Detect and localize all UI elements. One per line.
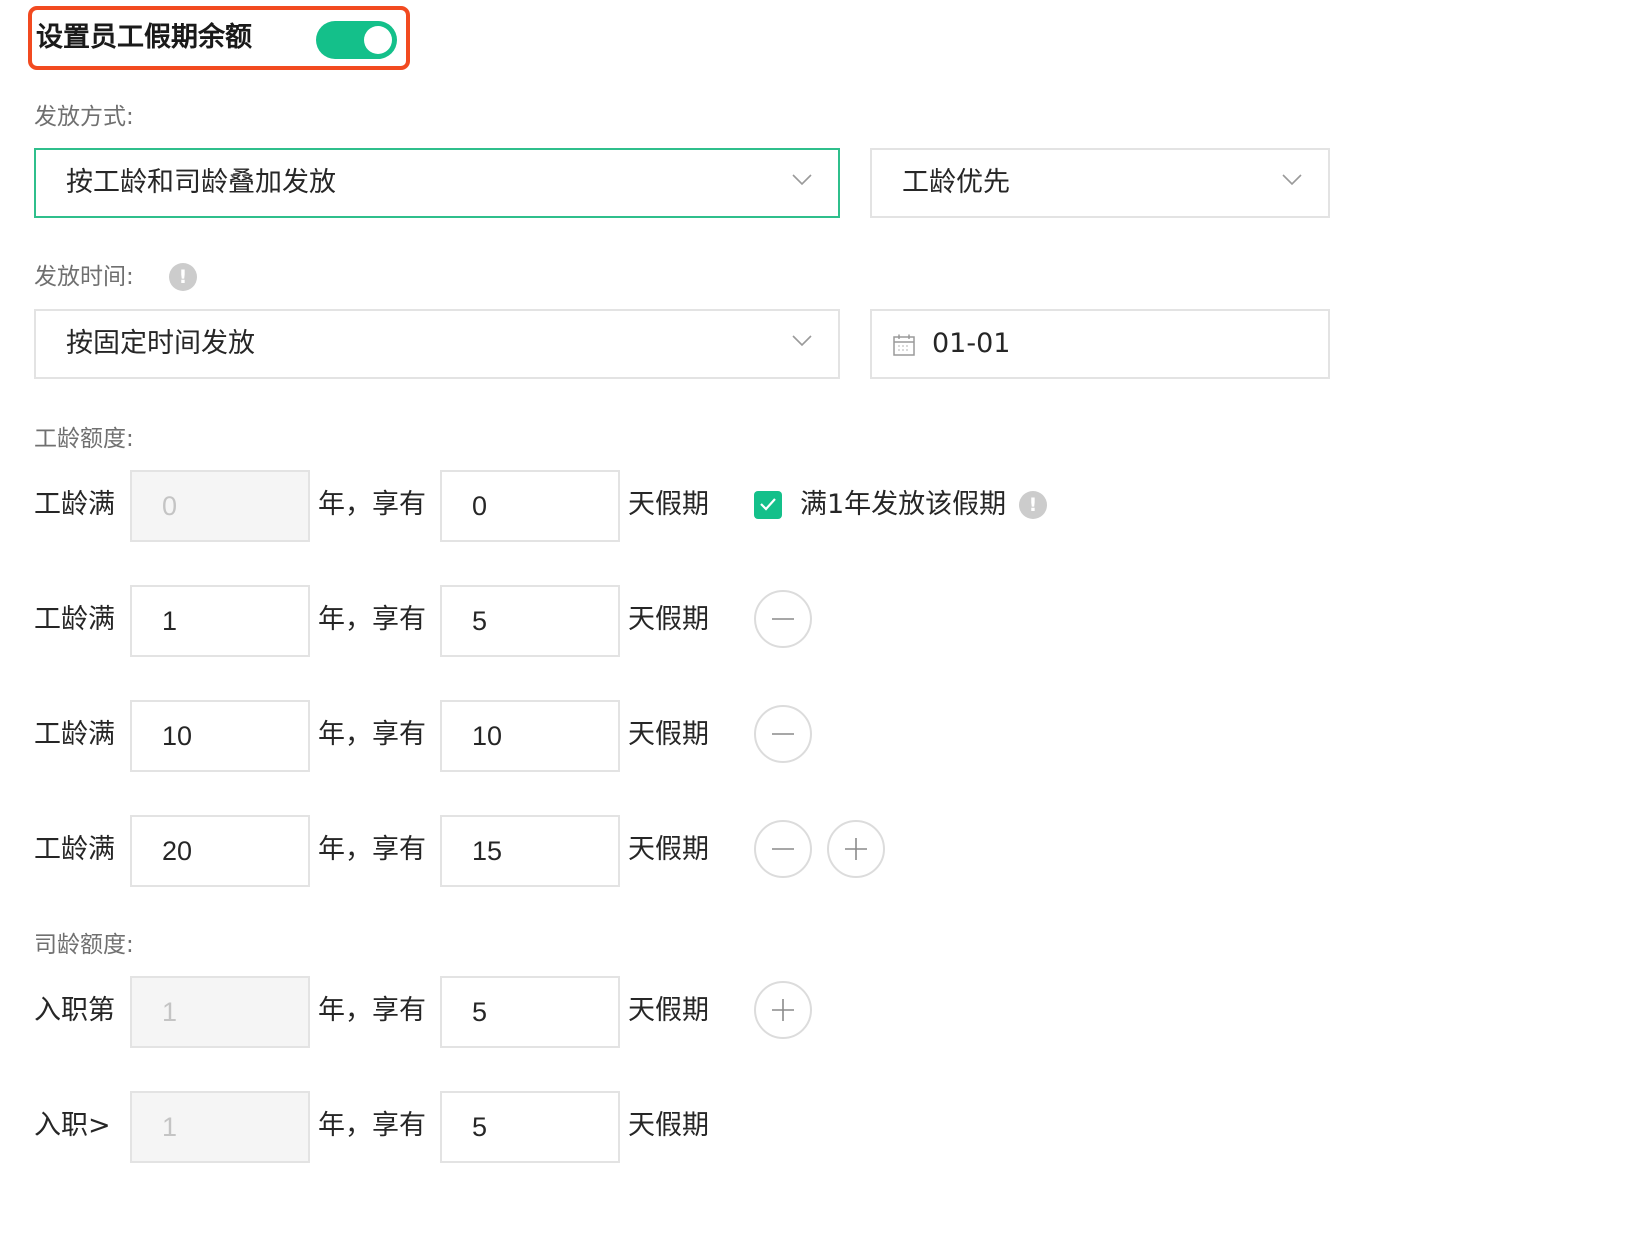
- row-unit-years: 年，享有: [318, 834, 426, 865]
- company-years-input: 1: [130, 1091, 310, 1163]
- row-unit-days: 天假期: [628, 604, 709, 635]
- work-years-input[interactable]: 20: [130, 815, 310, 887]
- remove-row-button[interactable]: [754, 820, 812, 878]
- row-unit-days: 天假期: [628, 489, 709, 520]
- company-days-input[interactable]: 5: [440, 1091, 620, 1163]
- one-year-checkbox[interactable]: [754, 491, 782, 519]
- work-days-input[interactable]: 5: [440, 585, 620, 657]
- work-years-input: 0: [130, 470, 310, 542]
- work-age-label: 工龄额度:: [34, 426, 134, 452]
- check-icon: [760, 498, 776, 511]
- row-prefix: 工龄满: [34, 604, 115, 635]
- work-days-input[interactable]: 15: [440, 815, 620, 887]
- priority-value: 工龄优先: [902, 167, 1010, 198]
- row-prefix: 工龄满: [34, 719, 115, 750]
- remove-row-button[interactable]: [754, 590, 812, 648]
- row-unit-years: 年，享有: [318, 1110, 426, 1141]
- chevron-down-icon: [792, 335, 812, 347]
- work-years-input[interactable]: 10: [130, 700, 310, 772]
- chevron-down-icon: [1282, 174, 1302, 186]
- company-years-input: 1: [130, 976, 310, 1048]
- row-unit-years: 年，享有: [318, 995, 426, 1026]
- calendar-icon: [893, 334, 915, 356]
- distribution-method-value: 按工龄和司龄叠加发放: [66, 167, 336, 198]
- row-unit-years: 年，享有: [318, 719, 426, 750]
- priority-select[interactable]: 工龄优先: [870, 148, 1330, 218]
- row-unit-days: 天假期: [628, 995, 709, 1026]
- distribution-label: 发放方式:: [34, 104, 134, 130]
- row-unit-days: 天假期: [628, 834, 709, 865]
- timing-method-value: 按固定时间发放: [66, 328, 255, 359]
- company-days-input[interactable]: 5: [440, 976, 620, 1048]
- minus-icon: [772, 848, 794, 850]
- row-prefix: 工龄满: [34, 489, 115, 520]
- balance-toggle[interactable]: [316, 21, 397, 59]
- add-row-button[interactable]: [827, 820, 885, 878]
- timing-method-select[interactable]: 按固定时间发放: [34, 309, 840, 379]
- timing-label: 发放时间:: [34, 264, 134, 290]
- minus-icon: [772, 733, 794, 735]
- distribution-method-select[interactable]: 按工龄和司龄叠加发放: [34, 148, 840, 218]
- help-icon[interactable]: !: [169, 263, 197, 291]
- row-prefix: 入职第: [34, 995, 115, 1026]
- minus-icon: [772, 618, 794, 620]
- date-value: 01-01: [932, 328, 1011, 359]
- page-title: 设置员工假期余额: [36, 22, 252, 53]
- plus-icon: [845, 838, 867, 860]
- row-unit-days: 天假期: [628, 1110, 709, 1141]
- work-years-input[interactable]: 1: [130, 585, 310, 657]
- date-picker[interactable]: 01-01: [870, 309, 1330, 379]
- chevron-down-icon: [792, 174, 812, 186]
- row-prefix: 入职>: [34, 1110, 111, 1141]
- help-icon[interactable]: !: [1019, 491, 1047, 519]
- work-days-input[interactable]: 10: [440, 700, 620, 772]
- toggle-knob: [364, 26, 392, 54]
- plus-icon: [772, 999, 794, 1021]
- work-days-input[interactable]: 0: [440, 470, 620, 542]
- row-unit-days: 天假期: [628, 719, 709, 750]
- add-row-button[interactable]: [754, 981, 812, 1039]
- company-age-label: 司龄额度:: [34, 932, 134, 958]
- remove-row-button[interactable]: [754, 705, 812, 763]
- row-unit-years: 年，享有: [318, 489, 426, 520]
- one-year-checkbox-label: 满1年发放该假期: [800, 489, 1007, 520]
- row-prefix: 工龄满: [34, 834, 115, 865]
- row-unit-years: 年，享有: [318, 604, 426, 635]
